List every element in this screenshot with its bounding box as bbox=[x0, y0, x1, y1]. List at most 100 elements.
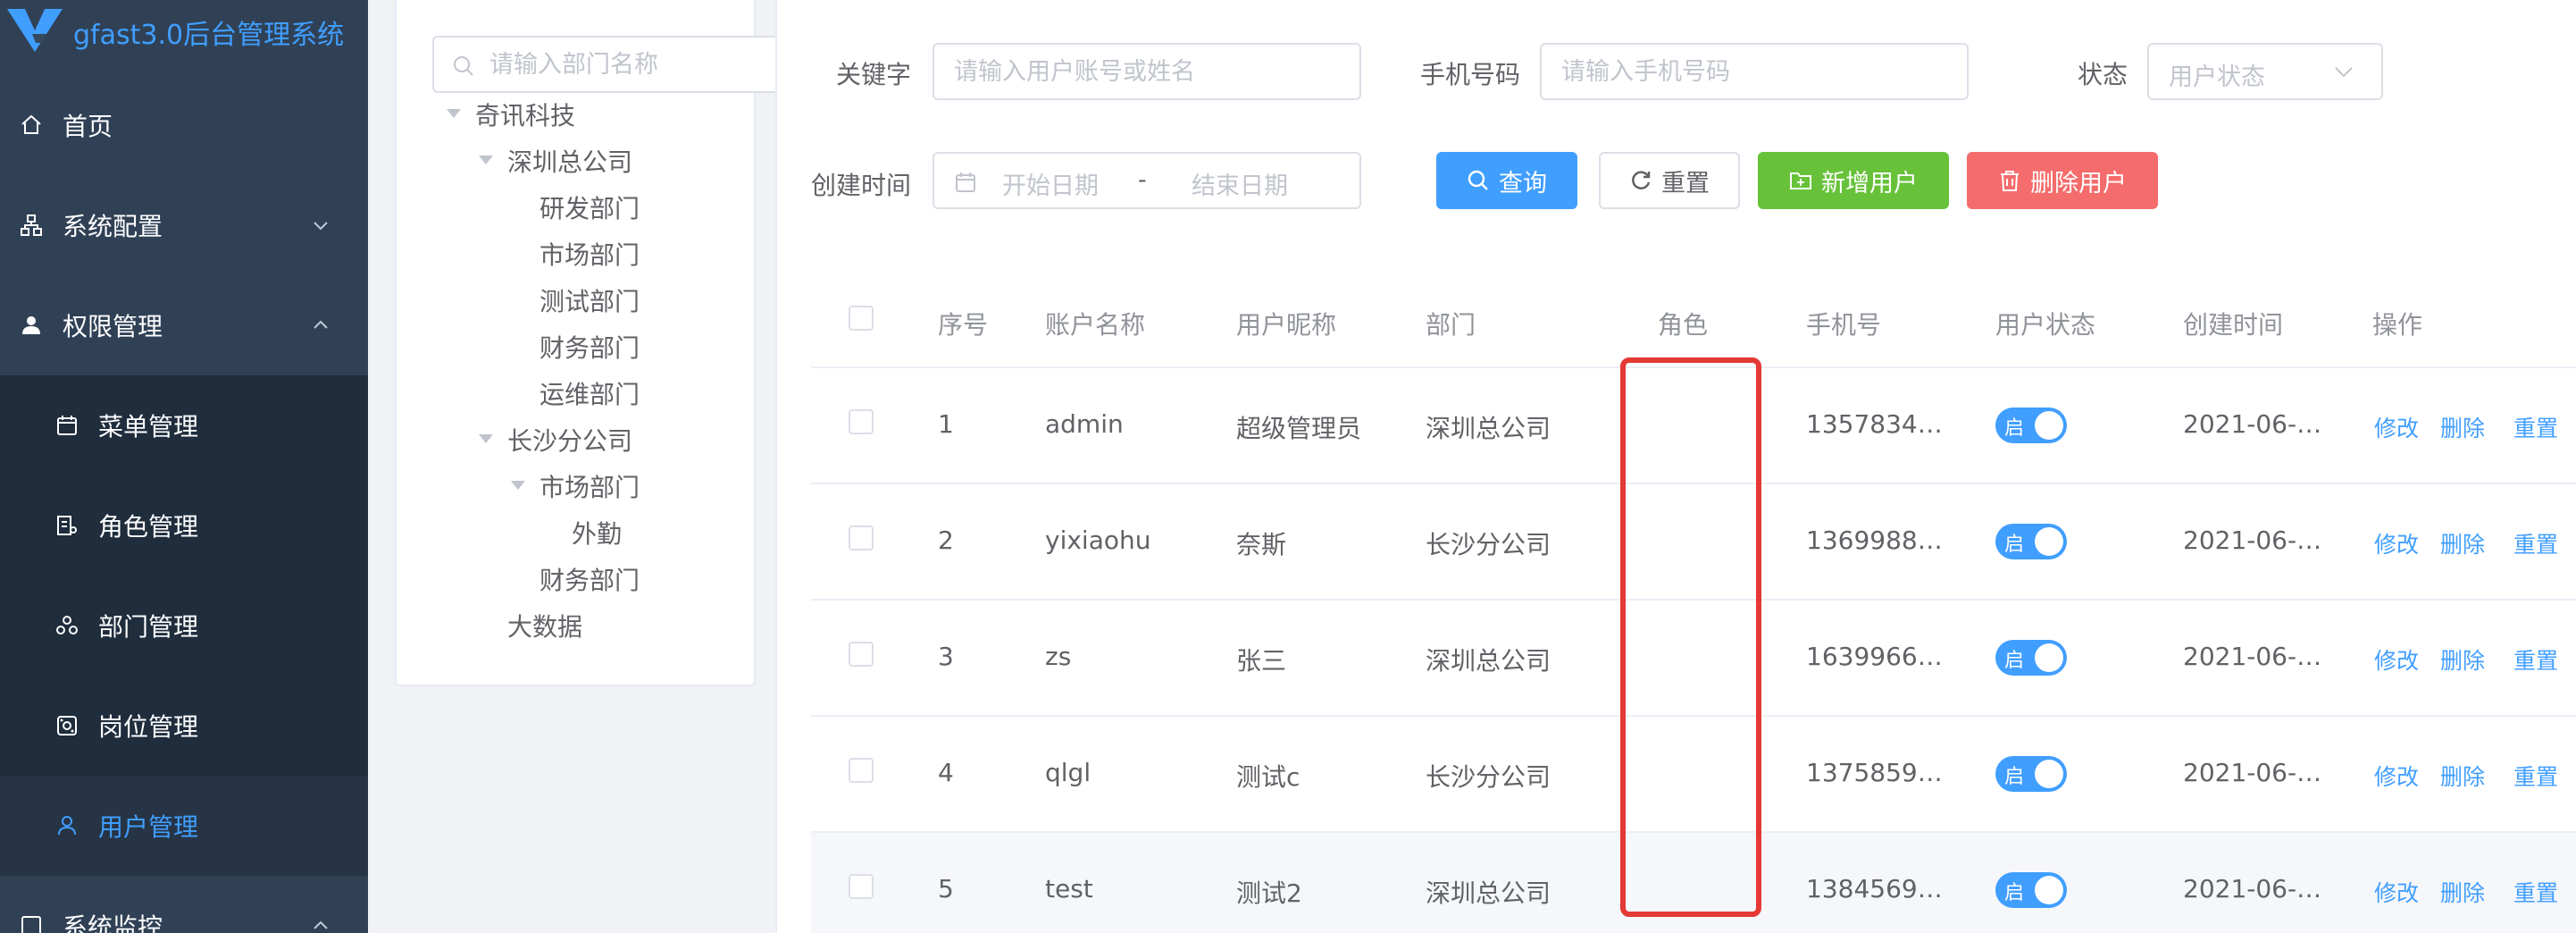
dept-search-input[interactable] bbox=[489, 46, 757, 82]
cell-dept: 长沙分公司 bbox=[1426, 530, 1551, 559]
status-switch[interactable]: 启 bbox=[1995, 408, 2067, 443]
edit-link[interactable]: 修改 bbox=[2374, 643, 2419, 676]
search-icon bbox=[1468, 170, 1488, 190]
end-date-input[interactable]: 结束日期 bbox=[1192, 166, 1288, 201]
cell-nickname: 测试c bbox=[1236, 762, 1301, 792]
cell-phone: 1375859… bbox=[1806, 758, 1943, 787]
tree-node-ops[interactable]: 运维部门 bbox=[539, 375, 640, 411]
tree-node-cs-finance[interactable]: 财务部门 bbox=[539, 561, 640, 597]
tree-node-label: 大数据 bbox=[507, 612, 583, 642]
tree-node-label: 市场部门 bbox=[539, 473, 640, 502]
reset-button[interactable]: 重置 bbox=[1599, 152, 1740, 209]
reset-password-link[interactable]: 重置 bbox=[2513, 876, 2558, 908]
cell-dept: 深圳总公司 bbox=[1426, 414, 1551, 443]
sidebar-item-system-config[interactable]: 系统配置 bbox=[0, 175, 368, 275]
table-header: 序号 账户名称 用户昵称 部门 角色 手机号 用户状态 创建时间 操作 bbox=[811, 279, 2576, 368]
switch-knob bbox=[2035, 760, 2063, 788]
cell-account: admin bbox=[1045, 409, 1124, 439]
tree-node-label: 外勤 bbox=[572, 519, 623, 549]
cell-account: yixiaohu bbox=[1045, 525, 1151, 555]
query-button[interactable]: 查询 bbox=[1436, 152, 1577, 209]
cell-created: 2021-06-… bbox=[2183, 758, 2322, 787]
tree-node-label: 研发部门 bbox=[539, 194, 640, 223]
query-button-label: 查询 bbox=[1499, 169, 1547, 198]
cell-created: 2021-06-… bbox=[2183, 409, 2322, 439]
switch-knob bbox=[2035, 643, 2063, 672]
keyword-input[interactable] bbox=[954, 54, 1337, 89]
status-switch[interactable]: 启 bbox=[1995, 640, 2067, 676]
cell-nickname: 超级管理员 bbox=[1236, 414, 1362, 443]
row-checkbox[interactable] bbox=[849, 642, 874, 667]
user-icon bbox=[22, 316, 40, 334]
phone-field[interactable] bbox=[1540, 43, 1969, 100]
add-user-button[interactable]: 新增用户 bbox=[1758, 152, 1949, 209]
app-title: gfast3.0后台管理系统 bbox=[73, 20, 345, 51]
cell-phone: 1369988… bbox=[1806, 525, 1943, 555]
sidebar-item-label: 系统监控 bbox=[63, 912, 163, 933]
sidebar-item-dept-mgmt[interactable]: 部门管理 bbox=[0, 576, 368, 676]
chevron-up-icon bbox=[314, 920, 328, 929]
delete-link[interactable]: 删除 bbox=[2440, 411, 2485, 443]
edit-link[interactable]: 修改 bbox=[2374, 411, 2419, 443]
keyword-field[interactable] bbox=[933, 43, 1361, 100]
phone-label: 手机号码 bbox=[1420, 60, 1521, 89]
sidebar-item-permission[interactable]: 权限管理 bbox=[0, 275, 368, 375]
start-date-input[interactable]: 开始日期 bbox=[1002, 166, 1099, 201]
sidebar-item-role-mgmt[interactable]: 角色管理 bbox=[0, 475, 368, 576]
edit-link[interactable]: 修改 bbox=[2374, 876, 2419, 908]
date-range-picker[interactable]: 开始日期 - 结束日期 bbox=[933, 152, 1361, 209]
sidebar-item-post-mgmt[interactable]: 岗位管理 bbox=[0, 676, 368, 776]
user-outline-icon bbox=[58, 816, 76, 836]
delete-link[interactable]: 删除 bbox=[2440, 760, 2485, 792]
tree-node-label: 运维部门 bbox=[539, 380, 640, 409]
cell-nickname: 测试2 bbox=[1236, 878, 1302, 908]
sidebar-item-label: 用户管理 bbox=[98, 812, 199, 842]
status-switch[interactable]: 启 bbox=[1995, 872, 2067, 908]
tree-node-waiqin[interactable]: 外勤 bbox=[572, 515, 622, 551]
tree-node-label: 财务部门 bbox=[539, 333, 640, 363]
logo-icon bbox=[7, 9, 63, 52]
tree-node-dev[interactable]: 研发部门 bbox=[539, 189, 640, 225]
delete-link[interactable]: 删除 bbox=[2440, 876, 2485, 908]
row-checkbox[interactable] bbox=[849, 874, 874, 899]
edit-link[interactable]: 修改 bbox=[2374, 527, 2419, 559]
delete-link[interactable]: 删除 bbox=[2440, 643, 2485, 676]
phone-input[interactable] bbox=[1561, 54, 1945, 89]
tree-node-finance[interactable]: 财务部门 bbox=[539, 329, 640, 365]
reset-password-link[interactable]: 重置 bbox=[2513, 411, 2558, 443]
sidebar-item-menu-mgmt[interactable]: 菜单管理 bbox=[0, 375, 368, 475]
tree-node-market[interactable]: 市场部门 bbox=[539, 236, 640, 272]
sidebar-item-user-mgmt[interactable]: 用户管理 bbox=[0, 776, 368, 876]
cell-account: zs bbox=[1045, 642, 1072, 671]
sidebar-item-monitor[interactable]: 系统监控 bbox=[0, 876, 368, 933]
table-row: 3 zs 张三 深圳总公司 1639966… 启 2021-06-… 修改 删除… bbox=[811, 601, 2576, 717]
tree-node-bigdata[interactable]: 大数据 bbox=[507, 608, 582, 643]
reset-password-link[interactable]: 重置 bbox=[2513, 760, 2558, 792]
tree-node-label: 市场部门 bbox=[539, 240, 640, 270]
row-checkbox[interactable] bbox=[849, 758, 874, 783]
sidebar-item-home[interactable]: 首页 bbox=[0, 75, 368, 175]
status-switch[interactable]: 启 bbox=[1995, 524, 2067, 559]
list-settings-icon bbox=[57, 516, 77, 535]
tree-node-test[interactable]: 测试部门 bbox=[539, 282, 640, 318]
switch-knob bbox=[2035, 527, 2063, 556]
logo[interactable]: gfast3.0后台管理系统 bbox=[0, 0, 368, 63]
delete-user-button[interactable]: 删除用户 bbox=[1967, 152, 2158, 209]
status-switch[interactable]: 启 bbox=[1995, 756, 2067, 792]
row-checkbox[interactable] bbox=[849, 409, 874, 434]
sidebar: gfast3.0后台管理系统 首页 系统配置 权限管理 菜单管理 角色管理 部门… bbox=[0, 0, 368, 933]
header-phone: 手机号 bbox=[1806, 310, 1882, 340]
row-checkbox[interactable] bbox=[849, 525, 874, 551]
status-select[interactable]: 用户状态 bbox=[2147, 43, 2383, 100]
dept-search-field[interactable] bbox=[432, 36, 807, 93]
reset-password-link[interactable]: 重置 bbox=[2513, 643, 2558, 676]
reset-password-link[interactable]: 重置 bbox=[2513, 527, 2558, 559]
header-index: 序号 bbox=[938, 310, 989, 340]
cell-phone: 1357834… bbox=[1806, 409, 1943, 439]
cell-dept: 长沙分公司 bbox=[1426, 762, 1551, 792]
table-row: 5 test 测试2 深圳总公司 1384569… 启 2021-06-… 修改… bbox=[811, 833, 2576, 933]
edit-link[interactable]: 修改 bbox=[2374, 760, 2419, 792]
header-actions: 操作 bbox=[2372, 310, 2423, 340]
delete-link[interactable]: 删除 bbox=[2440, 527, 2485, 559]
select-all-checkbox[interactable] bbox=[849, 306, 874, 331]
